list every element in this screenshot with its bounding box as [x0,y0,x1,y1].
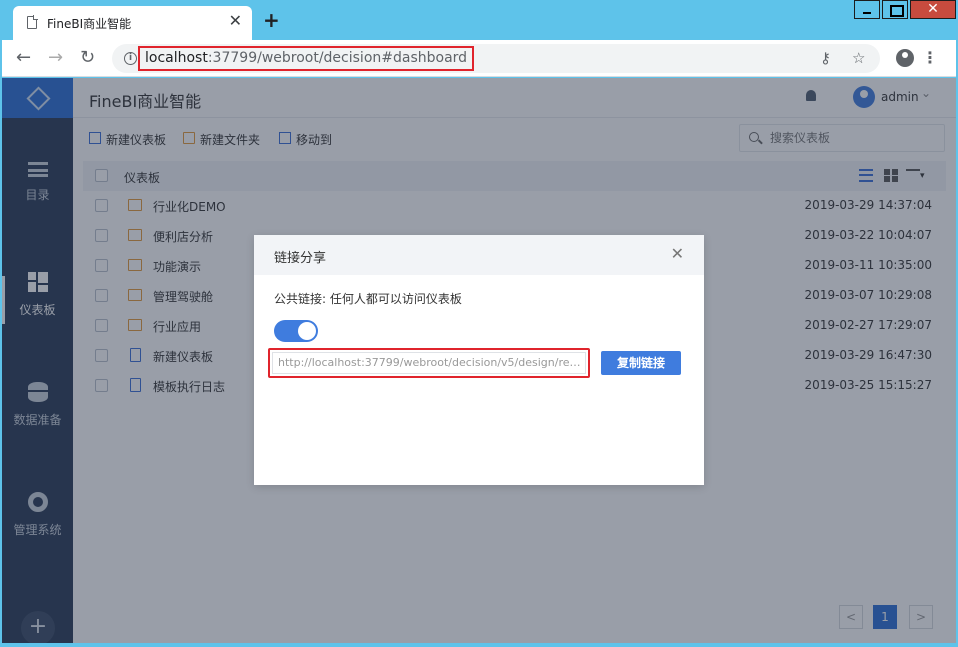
tab-title: FineBI商业智能 [47,17,132,31]
toggle-knob [298,322,316,340]
link-highlight: http://localhost:37799/webroot/decision/… [268,348,590,378]
browser-toolbar: ← → ↻ i localhost:37799/webroot/decision… [2,40,956,77]
reload-icon[interactable]: ↻ [80,48,95,68]
key-icon[interactable]: ⚷ [820,50,831,66]
link-share-dialog: 链接分享 ✕ 公共链接: 任何人都可以访问仪表板 http://localhos… [254,235,704,485]
maximize-button[interactable] [882,0,908,19]
star-icon[interactable]: ☆ [852,50,865,66]
url-text[interactable]: localhost:37799/webroot/decision#dashboa… [138,46,475,71]
window-controls: ✕ [852,0,956,19]
dialog-header: 链接分享 ✕ [254,235,704,275]
back-arrow-icon[interactable]: ← [16,48,31,68]
info-icon[interactable]: i [124,52,137,65]
menu-icon[interactable]: ⋮ [922,48,938,68]
new-tab-button[interactable]: + [263,10,280,30]
share-link-field[interactable]: http://localhost:37799/webroot/decision/… [272,352,586,374]
profile-icon[interactable] [896,49,914,67]
public-link-toggle[interactable] [274,320,318,342]
browser-titlebar: FineBI商业智能 ✕ + ✕ [0,0,958,40]
minimize-button[interactable] [854,0,880,19]
public-link-description: 公共链接: 任何人都可以访问仪表板 [274,292,462,306]
url-path: :37799/webroot/decision#dashboard [207,50,468,66]
forward-arrow-icon[interactable]: → [48,48,63,68]
address-bar[interactable]: i localhost:37799/webroot/decision#dashb… [112,44,880,73]
close-icon[interactable]: ✕ [671,245,684,263]
url-host: localhost [145,50,208,66]
tab-close-icon[interactable]: ✕ [229,12,242,30]
copy-link-button[interactable]: 复制链接 [601,351,681,375]
dialog-title: 链接分享 [274,251,327,266]
browser-tab[interactable]: FineBI商业智能 ✕ [13,6,252,40]
page-icon [27,15,38,29]
close-window-button[interactable]: ✕ [910,0,956,19]
